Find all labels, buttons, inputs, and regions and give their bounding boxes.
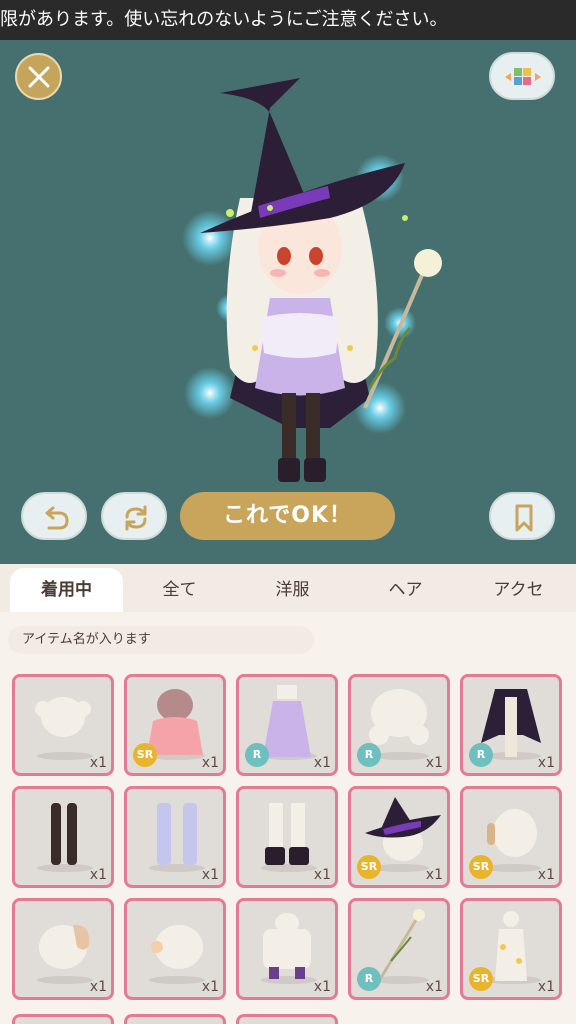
- item-cell[interactable]: SR x1: [348, 786, 450, 888]
- item-cell[interactable]: SR x1: [460, 786, 562, 888]
- item-quantity: x1: [537, 979, 555, 995]
- item-cell[interactable]: SR x1: [124, 674, 226, 776]
- close-button[interactable]: [15, 53, 62, 100]
- item-quantity: x1: [201, 867, 219, 883]
- rarity-badge: R: [357, 967, 381, 991]
- item-quantity: x1: [89, 867, 107, 883]
- item-quantity: x1: [425, 867, 443, 883]
- item-cell-partial[interactable]: [124, 1014, 226, 1024]
- item-cell[interactable]: x1: [12, 674, 114, 776]
- rarity-badge: SR: [469, 967, 493, 991]
- avatar-character: [182, 78, 442, 482]
- item-quantity: x1: [313, 755, 331, 771]
- item-cell-partial[interactable]: [236, 1014, 338, 1024]
- tab-hair[interactable]: ヘア: [349, 568, 462, 612]
- item-cell[interactable]: x1: [12, 898, 114, 1000]
- bookmark-icon: [515, 504, 533, 532]
- item-cell[interactable]: x1: [236, 898, 338, 1000]
- notice-banner: 限があります。使い忘れのないようにご注意ください。: [0, 0, 576, 40]
- item-cell[interactable]: x1: [236, 786, 338, 888]
- rarity-badge: R: [245, 743, 269, 767]
- item-quantity: x1: [89, 979, 107, 995]
- notice-text: 限があります。使い忘れのないようにご注意ください。: [0, 9, 448, 30]
- item-name-bar: アイテム名が入ります: [8, 626, 314, 654]
- item-cell[interactable]: Rx1: [348, 898, 450, 1000]
- item-cell[interactable]: x1: [124, 786, 226, 888]
- item-quantity: x1: [89, 755, 107, 771]
- item-cell[interactable]: x1: [12, 786, 114, 888]
- tab-clothes[interactable]: 洋服: [236, 568, 349, 612]
- item-cell-partial[interactable]: [12, 1014, 114, 1024]
- item-quantity: x1: [313, 979, 331, 995]
- tab-wearing[interactable]: 着用中: [10, 568, 123, 612]
- item-cell[interactable]: Rx1: [460, 674, 562, 776]
- item-quantity: x1: [425, 979, 443, 995]
- item-quantity: x1: [201, 979, 219, 995]
- category-tabs: 着用中 全て 洋服 ヘア アクセ: [0, 564, 576, 612]
- avatar-preview-stage: これでOK！: [0, 40, 576, 564]
- tab-accessories[interactable]: アクセ: [462, 568, 575, 612]
- confirm-ok-button[interactable]: これでOK！: [180, 492, 395, 540]
- rarity-badge: SR: [469, 855, 493, 879]
- action-row: これでOK！: [0, 492, 576, 552]
- rarity-badge: SR: [133, 743, 157, 767]
- item-quantity: x1: [425, 755, 443, 771]
- background-select-button[interactable]: [489, 52, 555, 100]
- item-quantity: x1: [537, 867, 555, 883]
- item-quantity: x1: [313, 867, 331, 883]
- item-quantity: x1: [201, 755, 219, 771]
- item-cell[interactable]: Rx1: [348, 674, 450, 776]
- undo-button[interactable]: [21, 492, 87, 540]
- item-grid: x1 SR x1 Rx1 Rx1 Rx1 x1 x1 x1 SR x1 SR x1 x1 x1 x1 Rx1 SR…: [12, 674, 564, 1000]
- item-cell[interactable]: SR x1: [460, 898, 562, 1000]
- rarity-badge: R: [469, 743, 493, 767]
- undo-icon: [45, 506, 69, 530]
- item-quantity: x1: [537, 755, 555, 771]
- bookmark-button[interactable]: [489, 492, 555, 540]
- close-icon: [28, 66, 50, 88]
- refresh-icon: [125, 505, 147, 531]
- tab-all[interactable]: 全て: [123, 568, 236, 612]
- color-swatches-icon: [505, 68, 541, 85]
- rarity-badge: SR: [357, 855, 381, 879]
- item-cell[interactable]: x1: [124, 898, 226, 1000]
- item-cell[interactable]: Rx1: [236, 674, 338, 776]
- rarity-badge: R: [357, 743, 381, 767]
- randomize-button[interactable]: [101, 492, 167, 540]
